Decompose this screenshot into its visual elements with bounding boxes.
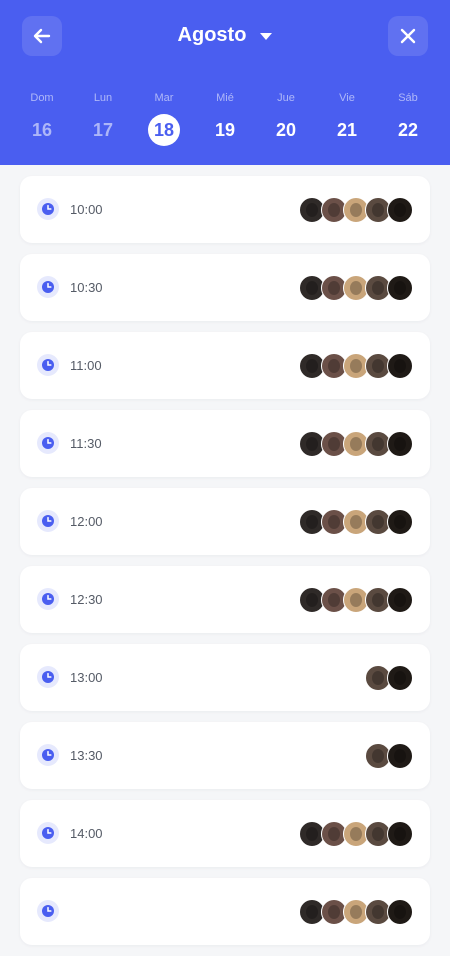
- attendee-avatars: [299, 353, 413, 379]
- attendee-avatars: [299, 275, 413, 301]
- avatar: [387, 821, 413, 847]
- day-name: Sáb: [398, 92, 418, 104]
- attendee-avatars: [365, 743, 413, 769]
- time-slot-card[interactable]: 11:30: [20, 410, 430, 477]
- time-slot-card[interactable]: 10:00: [20, 176, 430, 243]
- clock-icon: [37, 432, 59, 454]
- avatar: [387, 665, 413, 691]
- avatar: [387, 743, 413, 769]
- clock-icon: [37, 666, 59, 688]
- time-slot-list: 10:00 10:30 11:00 11:30 12:00 12:30 13:00 13:30…: [20, 176, 430, 956]
- slot-time: 11:30: [70, 436, 102, 451]
- time-slot-card[interactable]: 12:30: [20, 566, 430, 633]
- close-button[interactable]: [388, 16, 428, 56]
- attendee-avatars: [365, 665, 413, 691]
- avatar: [387, 353, 413, 379]
- avatar: [387, 587, 413, 613]
- attendee-avatars: [299, 509, 413, 535]
- slot-time: 14:00: [70, 826, 103, 841]
- time-slot-card[interactable]: [20, 878, 430, 945]
- time-slot-card[interactable]: 10:30: [20, 254, 430, 321]
- attendee-avatars: [299, 431, 413, 457]
- slot-time: 12:00: [70, 514, 103, 529]
- day-number: 16: [31, 119, 53, 140]
- day-2[interactable]: Mar 18: [134, 92, 194, 146]
- avatar: [387, 197, 413, 223]
- time-slot-card[interactable]: 12:00: [20, 488, 430, 555]
- day-name: Mié: [216, 92, 234, 104]
- clock-icon: [37, 276, 59, 298]
- slot-time: 12:30: [70, 592, 103, 607]
- day-number-selected: 18: [148, 114, 180, 146]
- slot-time: 11:00: [70, 358, 102, 373]
- day-number: 22: [397, 119, 419, 140]
- day-3[interactable]: Mié 19: [195, 92, 255, 146]
- day-name: Mar: [154, 92, 174, 104]
- day-name: Jue: [277, 92, 295, 104]
- clock-icon: [37, 900, 59, 922]
- calendar-header: Agosto Dom 16 Lun 17 Mar 18 Mié 19 Jue 20 Vie 21 Sáb…: [0, 0, 450, 165]
- clock-icon: [37, 510, 59, 532]
- clock-icon: [37, 354, 59, 376]
- avatar: [387, 431, 413, 457]
- caret-down-icon: [260, 32, 273, 40]
- time-slot-card[interactable]: 11:00: [20, 332, 430, 399]
- time-slot-card[interactable]: 14:00: [20, 800, 430, 867]
- slot-time: 10:30: [70, 280, 103, 295]
- close-icon: [400, 28, 416, 44]
- month-label: Agosto: [177, 24, 247, 46]
- clock-icon: [37, 744, 59, 766]
- day-6[interactable]: Sáb 22: [378, 92, 438, 146]
- avatar: [387, 899, 413, 925]
- clock-icon: [37, 588, 59, 610]
- attendee-avatars: [299, 197, 413, 223]
- clock-icon: [37, 198, 59, 220]
- day-4[interactable]: Jue 20: [256, 92, 316, 146]
- day-number: 17: [92, 119, 114, 140]
- time-slot-card[interactable]: 13:30: [20, 722, 430, 789]
- week-day-strip: Dom 16 Lun 17 Mar 18 Mié 19 Jue 20 Vie 21 Sáb 22: [12, 92, 438, 146]
- slot-time: 13:30: [70, 748, 103, 763]
- day-number: 19: [214, 119, 236, 140]
- day-1[interactable]: Lun 17: [73, 92, 133, 146]
- day-name: Dom: [30, 92, 54, 104]
- day-number: 21: [336, 119, 358, 140]
- month-selector[interactable]: Agosto: [0, 24, 450, 47]
- attendee-avatars: [299, 587, 413, 613]
- day-5[interactable]: Vie 21: [317, 92, 377, 146]
- day-0[interactable]: Dom 16: [12, 92, 72, 146]
- attendee-avatars: [299, 899, 413, 925]
- day-name: Lun: [93, 92, 113, 104]
- day-number: 20: [275, 119, 297, 140]
- clock-icon: [37, 822, 59, 844]
- attendee-avatars: [299, 821, 413, 847]
- avatar: [387, 509, 413, 535]
- day-name: Vie: [339, 92, 355, 104]
- time-slot-card[interactable]: 13:00: [20, 644, 430, 711]
- slot-time: 10:00: [70, 202, 103, 217]
- slot-time: 13:00: [70, 670, 103, 685]
- avatar: [387, 275, 413, 301]
